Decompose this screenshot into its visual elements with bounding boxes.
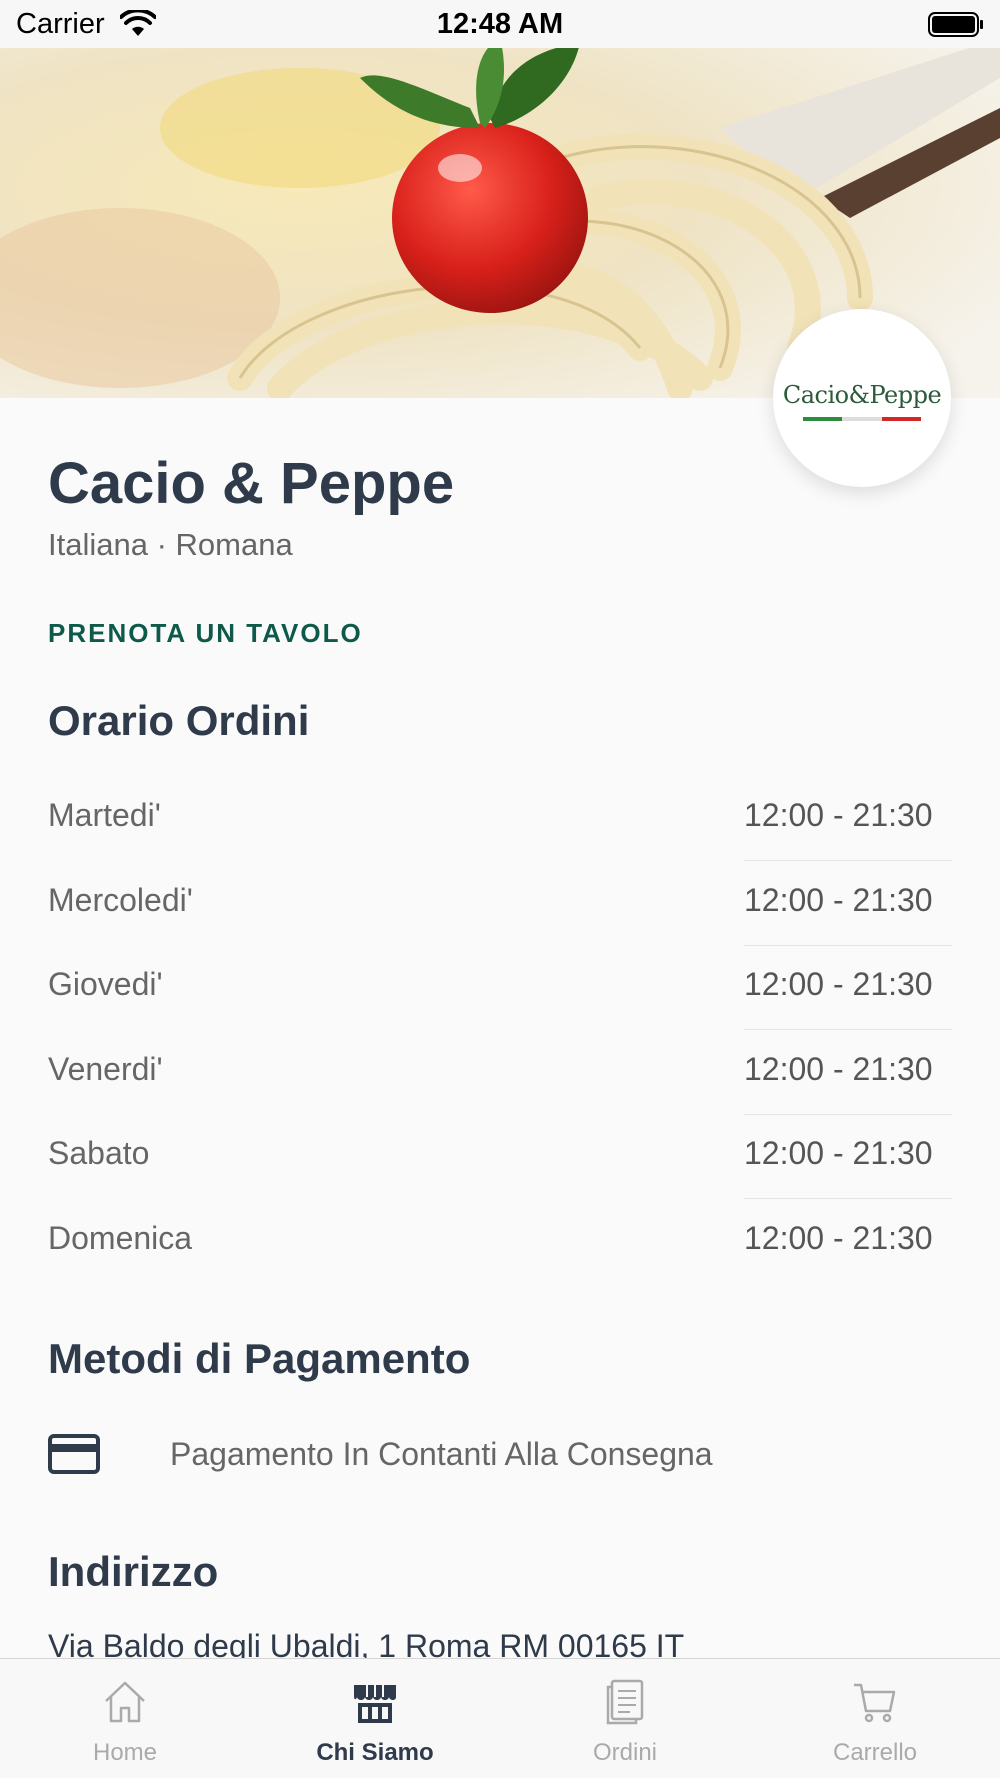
home-icon (105, 1681, 145, 1723)
reserve-table-button[interactable]: PRENOTA UN TAVOLO (48, 618, 363, 649)
hours-row: Domenica 12:00 - 21:30 (48, 1198, 952, 1283)
hours-time: 12:00 - 21:30 (744, 1219, 933, 1256)
payment-method-label: Pagamento In Contanti Alla Consegna (170, 1436, 713, 1472)
logo-flag-stripe (803, 417, 921, 421)
hours-day: Giovedi' (48, 966, 163, 1002)
hours-day: Mercoledi' (48, 881, 193, 918)
hours-day: Venerdi' (48, 1050, 163, 1087)
hours-row: Mercoledi' 12:00 - 21:30 (48, 860, 952, 946)
cuisine-label: Italiana · Romana (48, 527, 293, 562)
hours-day: Sabato (48, 1135, 150, 1171)
hours-time: 12:00 - 21:30 (744, 881, 933, 918)
hours-day: Martedi' (48, 797, 161, 833)
tab-ordini[interactable]: Ordini (500, 1659, 750, 1778)
hours-list: Martedi' 12:00 - 21:30 Mercoledi' 12:00 … (48, 775, 952, 1282)
hours-row: Venerdi' 12:00 - 21:30 (48, 1029, 952, 1115)
store-icon (354, 1685, 396, 1723)
tab-label: Home (92, 1739, 158, 1766)
status-time: 12:48 AM (436, 8, 564, 40)
address-section-title: Indirizzo (48, 1548, 219, 1595)
hours-row: Sabato 12:00 - 21:30 (48, 1113, 952, 1199)
restaurant-logo: Cacio&Peppe (773, 309, 951, 487)
cart-icon (854, 1683, 896, 1723)
hours-section-title: Orario Ordini (48, 697, 310, 744)
hours-time: 12:00 - 21:30 (744, 1135, 933, 1171)
battery-icon (928, 12, 983, 37)
tab-carrello[interactable]: Carrello (750, 1659, 1000, 1778)
payment-section-title: Metodi di Pagamento (48, 1335, 471, 1382)
hours-row: Martedi' 12:00 - 21:30 (48, 775, 952, 861)
orders-icon (606, 1679, 644, 1725)
tab-label: Chi Siamo (316, 1739, 434, 1766)
hours-time: 12:00 - 21:30 (744, 797, 933, 833)
status-bar: Carrier 12:48 AM (0, 0, 1000, 48)
tab-label: Ordini (592, 1739, 658, 1766)
tab-label: Carrello (832, 1739, 918, 1766)
payment-method-row: Pagamento In Contanti Alla Consegna (48, 1430, 952, 1480)
tab-home[interactable]: Home (0, 1659, 250, 1778)
tab-chi-siamo[interactable]: Chi Siamo (250, 1659, 500, 1778)
restaurant-name: Cacio & Peppe (48, 451, 455, 516)
hours-time: 12:00 - 21:30 (744, 966, 933, 1002)
logo-text: Cacio&Peppe (782, 381, 942, 409)
credit-card-icon (48, 1434, 100, 1474)
hours-day: Domenica (48, 1219, 193, 1256)
hours-time: 12:00 - 21:30 (744, 1050, 933, 1087)
hours-row: Giovedi' 12:00 - 21:30 (48, 944, 952, 1030)
tab-bar: Home Chi Siamo Ordini Carrello (0, 1658, 1000, 1778)
